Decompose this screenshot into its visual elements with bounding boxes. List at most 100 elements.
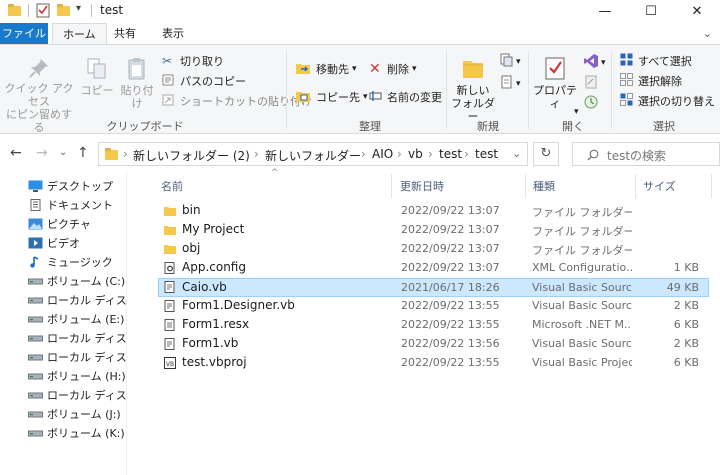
edit-button[interactable] [584, 75, 598, 92]
tab-view[interactable]: 表示 [152, 23, 194, 45]
nav-item-drive-h[interactable]: ボリューム (H:) [28, 366, 126, 385]
breadcrumb-chevron[interactable]: › [123, 147, 128, 161]
column-divider[interactable] [711, 174, 712, 198]
file-row-test-vbproj[interactable]: VB test.vbproj 2022/09/22 13:55 Visual B… [158, 354, 709, 373]
open-with-button[interactable]: ▾ [583, 53, 606, 72]
resx-file-icon [164, 319, 175, 331]
breadcrumb-chevron[interactable]: › [254, 147, 259, 161]
properties-button[interactable]: プロパティ [530, 55, 580, 110]
breadcrumb-chevron[interactable]: › [428, 147, 433, 161]
back-arrow-icon[interactable]: ← [10, 145, 22, 161]
nav-item-drive-k[interactable]: ボリューム (K:) [28, 423, 125, 442]
move-to-icon [296, 62, 312, 77]
file-row-app-config[interactable]: App.config 2022/09/22 13:07 XML Configur… [158, 259, 709, 278]
copy-path-button[interactable]: パスのコピー [162, 73, 246, 89]
breadcrumb-segment[interactable]: 新しいフォルダー [265, 147, 361, 164]
breadcrumb-segment[interactable]: test [475, 147, 498, 161]
refresh-button[interactable]: ↻ [533, 142, 559, 166]
file-row-bin[interactable]: bin 2022/09/22 13:07 ファイル フォルダー [158, 202, 709, 221]
file-name: Caio.vb [182, 280, 227, 294]
ribbon-expand-icon[interactable]: ⌄ [703, 27, 712, 40]
nav-item-videos[interactable]: ビデオ [28, 233, 80, 252]
dropdown-icon[interactable]: ▾ [574, 107, 579, 117]
up-arrow-icon[interactable]: ↑ [77, 145, 89, 161]
nav-item-label: ボリューム (C:) [47, 274, 126, 288]
close-button[interactable]: ✕ [674, 0, 720, 22]
tab-share[interactable]: 共有 [104, 23, 146, 45]
documents-icon [30, 198, 41, 211]
nav-item-drive-i[interactable]: ローカル ディスク (I: [28, 385, 126, 404]
breadcrumb-chevron[interactable]: › [464, 147, 469, 161]
delete-button[interactable]: ✕ 削除 ▾ [369, 61, 417, 77]
move-to-button[interactable]: 移動先 ▾ [296, 61, 357, 77]
breadcrumb-chevron[interactable]: › [397, 147, 402, 161]
paste-shortcut-button[interactable]: ショートカットの貼り付け [162, 93, 312, 109]
customize-toolbar-icon[interactable]: ▾ [76, 3, 81, 14]
pin-quick-access-button[interactable]: クイック アクセス にピン留めする [4, 57, 74, 134]
tab-file[interactable]: ファイル [0, 23, 48, 45]
column-header-date[interactable]: 更新日時 [400, 178, 444, 194]
breadcrumb-segment[interactable]: vb [408, 147, 423, 161]
file-date: 2022/09/22 13:55 [401, 318, 500, 331]
copy-to-button[interactable]: コピー先 ▾ [296, 89, 368, 105]
paste-button[interactable]: 貼り付け [116, 57, 158, 110]
breadcrumb-segment[interactable]: AIO [372, 147, 393, 161]
column-divider[interactable] [525, 174, 526, 198]
column-divider[interactable] [391, 174, 392, 198]
file-row-form1-designer-vb[interactable]: Form1.Designer.vb 2022/09/22 13:55 Visua… [158, 297, 709, 316]
forward-arrow-icon[interactable]: → [36, 145, 48, 161]
ribbon: クイック アクセス にピン留めする コピー 貼り付け ✂ 切り取り パスのコピー… [0, 44, 720, 134]
address-history-dropdown-icon[interactable]: ⌄ [512, 147, 521, 160]
address-bar[interactable]: › 新しいフォルダー (2) › 新しいフォルダー › AIO › vb › t… [98, 142, 528, 166]
file-date: 2022/09/22 13:55 [401, 299, 500, 312]
properties-quick-icon[interactable] [36, 3, 50, 21]
minimize-button[interactable]: — [582, 0, 628, 22]
invert-selection-button[interactable]: 選択の切り替え [620, 93, 715, 109]
paste-shortcut-icon [162, 94, 176, 109]
navigation-pane-scrollbar[interactable] [126, 172, 143, 475]
history-button[interactable] [584, 95, 598, 112]
column-divider[interactable] [635, 174, 636, 198]
copy-button[interactable]: コピー [80, 57, 114, 97]
divider [28, 4, 29, 17]
new-folder-button[interactable]: 新しい フォルダー [448, 55, 498, 123]
tab-home[interactable]: ホーム [52, 23, 107, 45]
column-header-size[interactable]: サイズ [643, 178, 676, 194]
nav-item-pictures[interactable]: ピクチャ [28, 214, 91, 233]
maximize-button[interactable]: ☐ [628, 0, 674, 22]
select-all-button[interactable]: すべて選択 [620, 53, 692, 69]
search-icon [587, 149, 599, 161]
file-row-my-project[interactable]: My Project 2022/09/22 13:07 ファイル フォルダー [158, 221, 709, 240]
nav-item-drive-c[interactable]: ボリューム (C:) [28, 271, 125, 290]
file-row-form1-resx[interactable]: Form1.resx 2022/09/22 13:55 Microsoft .N… [158, 316, 709, 335]
nav-item-desktop[interactable]: デスクトップ [28, 176, 113, 195]
new-folder-quick-icon[interactable] [57, 4, 70, 16]
rename-button[interactable]: 名前の変更 [369, 89, 442, 105]
group-divider [286, 51, 287, 129]
file-name: Form1.vb [182, 336, 239, 350]
column-header-type[interactable]: 種類 [533, 178, 555, 194]
file-row-form1-vb[interactable]: Form1.vb 2022/09/22 13:56 Visual Basic S… [158, 335, 709, 354]
search-input[interactable]: testの検索 [572, 142, 720, 166]
new-item-button[interactable]: ▾ [500, 53, 521, 70]
cut-label: 切り取り [180, 55, 224, 68]
breadcrumb-segment[interactable]: test [439, 147, 462, 161]
nav-item-documents[interactable]: ドキュメント [28, 195, 113, 214]
folder-icon [164, 245, 176, 254]
easy-access-button[interactable]: ▾ [500, 75, 521, 92]
column-header-name[interactable]: 名前 [161, 178, 183, 194]
file-type: Microsoft .NET M... [532, 318, 632, 331]
recent-locations-icon[interactable]: ⌄ [59, 147, 67, 158]
nav-item-drive-g[interactable]: ローカル ディスク (G [28, 347, 126, 366]
cut-button[interactable]: ✂ 切り取り [162, 53, 224, 69]
breadcrumb-segment[interactable]: 新しいフォルダー (2) [133, 147, 250, 164]
breadcrumb-chevron[interactable]: › [361, 147, 366, 161]
file-row-caio-vb[interactable]: Caio.vb 2021/06/17 18:26 Visual Basic So… [158, 278, 709, 297]
nav-item-music[interactable]: ミュージック [28, 252, 113, 271]
select-none-button[interactable]: 選択解除 [620, 73, 682, 89]
file-row-obj[interactable]: obj 2022/09/22 13:07 ファイル フォルダー [158, 240, 709, 259]
nav-item-drive-d[interactable]: ローカル ディスク (D [28, 290, 126, 309]
nav-item-drive-e[interactable]: ボリューム (E:) [28, 309, 124, 328]
nav-item-drive-j[interactable]: ボリューム (J:) [28, 404, 121, 423]
nav-item-drive-f[interactable]: ローカル ディスク (F [28, 328, 126, 347]
